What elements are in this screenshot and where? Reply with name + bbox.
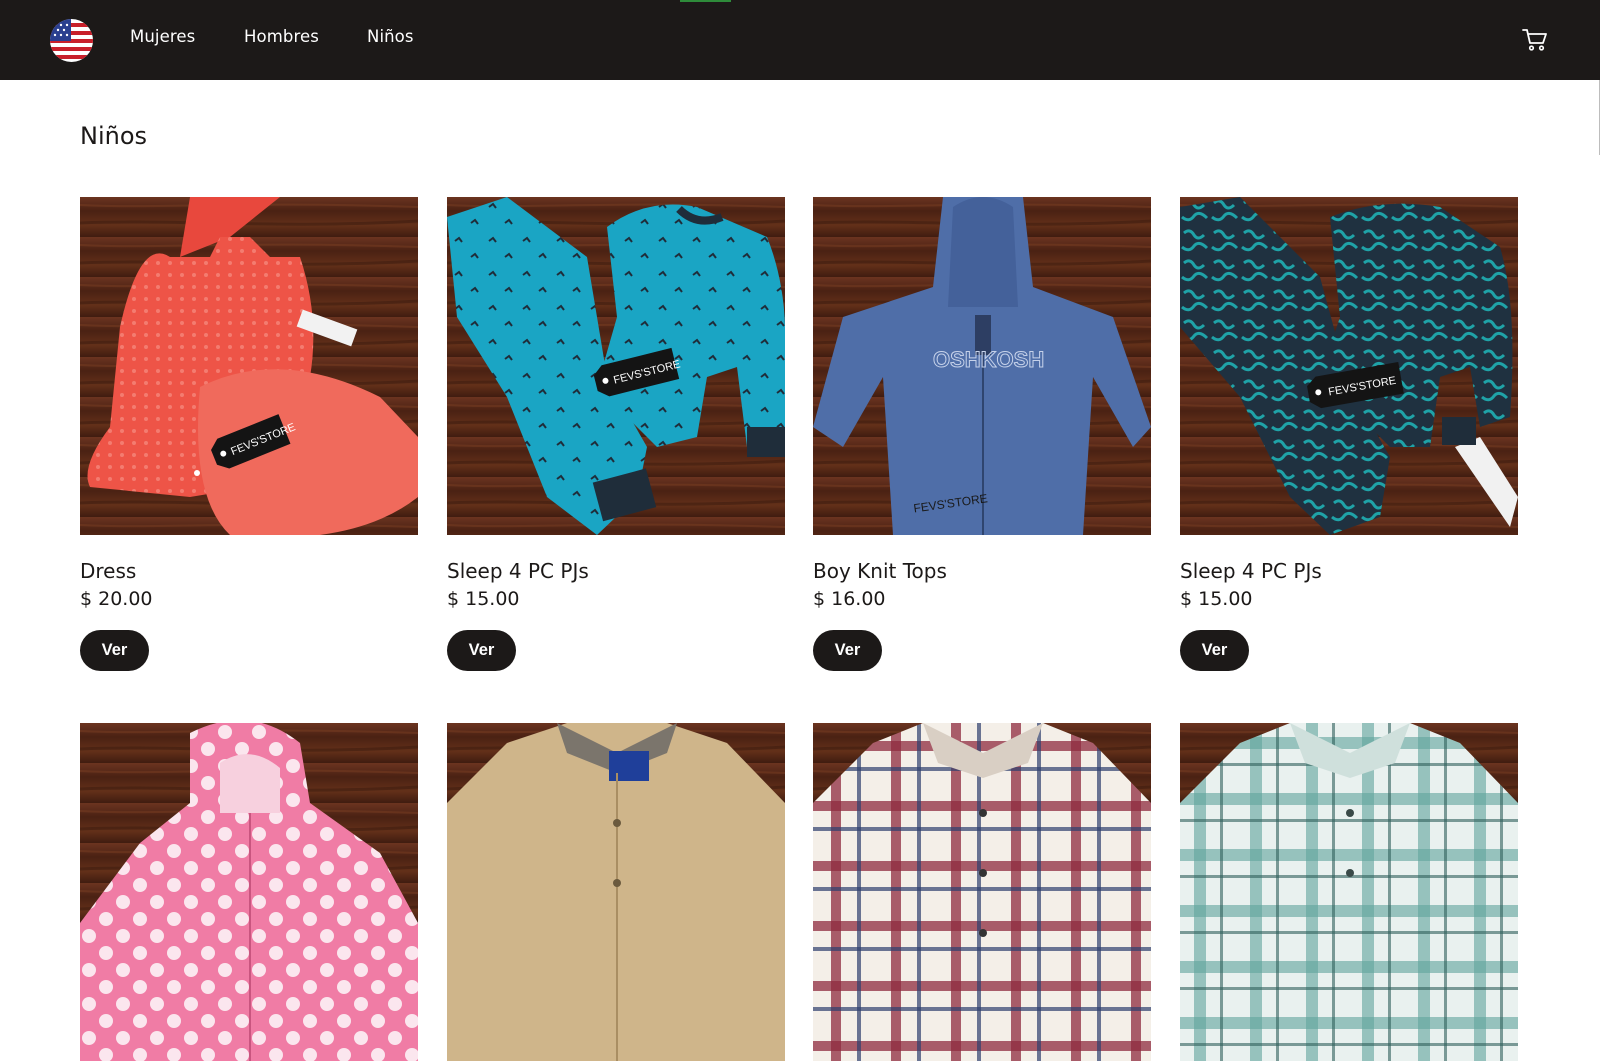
nav-link-hombres[interactable]: Hombres <box>244 27 319 46</box>
view-product-button[interactable]: Ver <box>1180 630 1249 671</box>
product-image[interactable]: OSHKOSH FEVS'STORE <box>813 197 1151 535</box>
page-loading-bar <box>680 0 731 2</box>
product-price: $ 20.00 <box>80 588 153 610</box>
product-card: FEVS'STORE Sleep 4 PC PJs $ 15.00 Ver <box>1180 197 1518 671</box>
product-price: $ 16.00 <box>813 588 886 610</box>
product-image[interactable]: FEVS'STORE <box>1180 197 1518 535</box>
product-name: Sleep 4 PC PJs <box>447 559 589 583</box>
product-card <box>447 723 785 1061</box>
page-title: Niños <box>80 122 148 150</box>
nav-link-mujeres[interactable]: Mujeres <box>130 27 195 46</box>
view-product-button[interactable]: Ver <box>447 630 516 671</box>
product-card: FEVS'STORE Dress $ 20.00 Ver <box>80 197 418 671</box>
product-card <box>80 723 418 1061</box>
product-image[interactable] <box>813 723 1151 1061</box>
product-image[interactable] <box>447 723 785 1061</box>
product-card <box>1180 723 1518 1061</box>
product-name: Sleep 4 PC PJs <box>1180 559 1322 583</box>
product-image[interactable] <box>80 723 418 1061</box>
product-image[interactable] <box>1180 723 1518 1061</box>
product-name: Boy Knit Tops <box>813 559 947 583</box>
view-product-button[interactable]: Ver <box>80 630 149 671</box>
view-product-button[interactable]: Ver <box>813 630 882 671</box>
product-image[interactable]: FEVS'STORE <box>80 197 418 535</box>
product-price: $ 15.00 <box>1180 588 1253 610</box>
top-navigation-bar: Mujeres Hombres Niños <box>0 0 1600 80</box>
product-card: FEVS'STORE Sleep 4 PC PJs $ 15.00 Ver <box>447 197 785 671</box>
product-price: $ 15.00 <box>447 588 520 610</box>
nav-link-ninos[interactable]: Niños <box>367 27 414 46</box>
garment-print-text: OSHKOSH <box>933 347 1044 372</box>
product-name: Dress <box>80 559 137 583</box>
product-image[interactable]: FEVS'STORE <box>447 197 785 535</box>
product-card: OSHKOSH FEVS'STORE Boy Knit Tops $ 16.00… <box>813 197 1151 671</box>
product-card <box>813 723 1151 1061</box>
us-flag-icon[interactable] <box>50 19 93 62</box>
shopping-cart-icon[interactable] <box>1522 28 1548 52</box>
